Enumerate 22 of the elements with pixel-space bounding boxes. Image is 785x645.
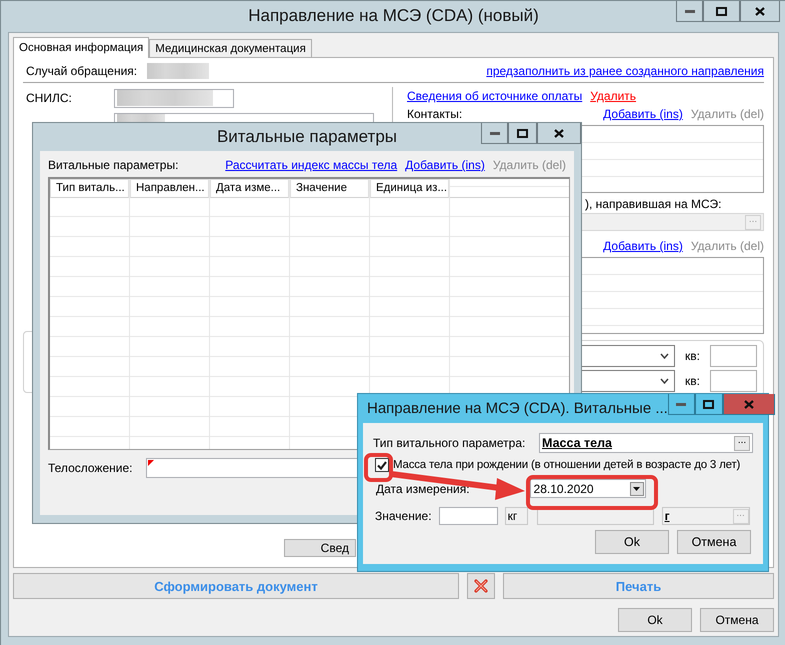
section-label: Контакты: [407,107,462,121]
window-title: Направление на МСЭ (CDA). Витальные ... [366,400,668,417]
checkbox-label: Масса тела при рождении (в отношении детей в возрасте до 3 лет) [393,459,740,471]
unit-field: кг [504,507,528,525]
column-header: Значение [290,179,369,198]
field-label: Телосложение: [48,461,132,475]
field-label: ), направившая на МСЭ: [584,197,723,213]
field-label: Значение: [375,509,432,523]
field-label: кв: [685,349,700,363]
field-label: Дата измерения: [376,482,470,496]
column-header: Дата изме... [210,179,289,198]
column-header: Направлен... [130,179,209,198]
column-header: Единица из... [370,179,449,198]
window-title: Направление на МСЭ (CDA) (новый) [247,6,540,26]
field-label: кв: [685,374,700,388]
unit-field: г ... [662,507,750,525]
window-title: Витальные параметры [216,127,398,147]
section-label: Витальные параметры: [48,158,178,172]
column-header: Тип виталь... [50,179,129,198]
field-label: СНИЛС: [26,91,73,105]
field-label: Случай обращения: [26,64,138,78]
field-label: Тип витального параметра: [373,436,526,450]
